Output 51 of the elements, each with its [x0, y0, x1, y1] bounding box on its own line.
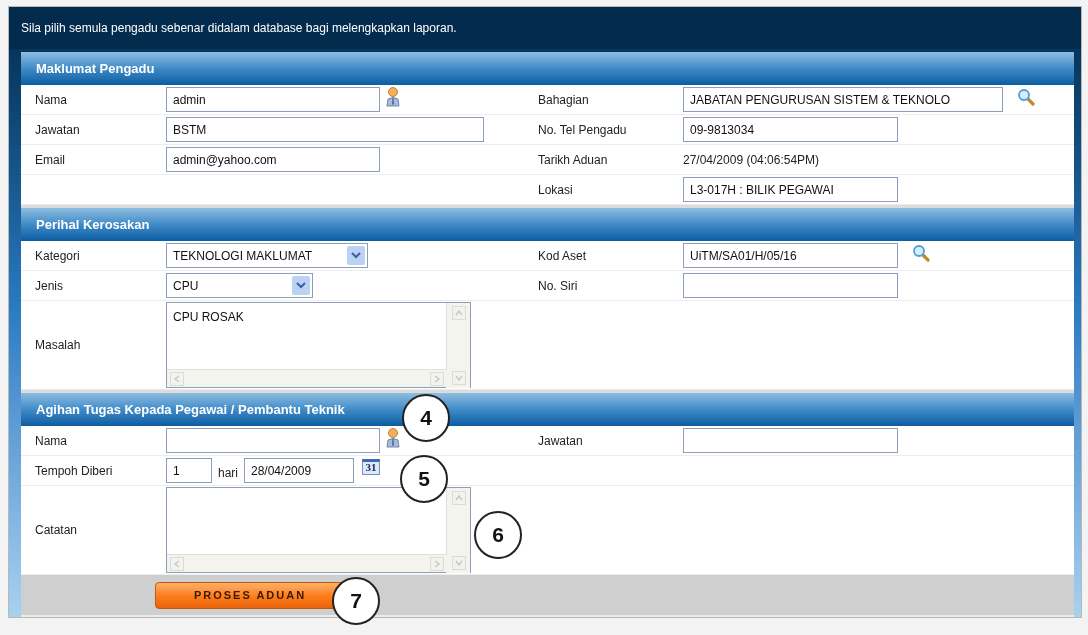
- text-field[interactable]: 1: [166, 458, 212, 483]
- field-label: Bahagian: [538, 91, 589, 109]
- field-label: Jawatan: [35, 121, 80, 139]
- scroll-up-icon[interactable]: [451, 306, 466, 320]
- person-icon[interactable]: [386, 427, 400, 448]
- dropdown[interactable]: CPU: [166, 273, 313, 298]
- field-label: Masalah: [35, 337, 81, 354]
- text-field[interactable]: [683, 428, 898, 453]
- scroll-right-icon[interactable]: [430, 371, 444, 386]
- scroll-right-icon[interactable]: [430, 556, 444, 571]
- text-field[interactable]: UiTM/SA01/H/05/16: [683, 243, 898, 268]
- text-field[interactable]: [166, 428, 380, 453]
- text-field[interactable]: admin@yahoo.com: [166, 147, 380, 172]
- scroll-down-icon[interactable]: [451, 556, 466, 570]
- text-field[interactable]: JABATAN PENGURUSAN SISTEM & TEKNOLO: [683, 87, 1003, 112]
- scroll-up-icon[interactable]: [451, 491, 466, 505]
- scroll-left-icon[interactable]: [170, 556, 184, 571]
- field-label: Catatan: [35, 522, 78, 539]
- field-label: No. Siri: [538, 277, 578, 295]
- field-label: Jenis: [35, 277, 63, 295]
- section-title: Agihan Tugas Kepada Pegawai / Pembantu Teknik: [36, 400, 345, 419]
- text-field[interactable]: [683, 273, 898, 298]
- field-label: Kod Aset: [538, 247, 587, 265]
- calendar-button[interactable]: 31: [362, 458, 380, 475]
- unit-label: hari: [218, 464, 238, 482]
- text-field[interactable]: BSTM: [166, 117, 484, 142]
- date-time-text: 27/04/2009 (04:06:54PM): [683, 151, 820, 169]
- section-title: Maklumat Pengadu: [36, 59, 155, 78]
- field-label: No. Tel Pengadu: [538, 121, 627, 139]
- field-label: Lokasi: [538, 181, 573, 199]
- search-icon[interactable]: [1017, 87, 1035, 106]
- field-label: Nama: [35, 432, 67, 450]
- field-label: Tempoh Diberi: [35, 462, 113, 480]
- text-field[interactable]: 09-9813034: [683, 117, 898, 142]
- text-area[interactable]: [166, 487, 471, 573]
- field-label: Nama: [35, 91, 67, 109]
- text-area[interactable]: CPU ROSAK: [166, 302, 471, 388]
- text-field[interactable]: admin: [166, 87, 380, 112]
- text-field[interactable]: 28/04/2009: [244, 458, 354, 483]
- person-icon[interactable]: [386, 86, 400, 107]
- scroll-left-icon[interactable]: [170, 371, 184, 386]
- dropdown[interactable]: TEKNOLOGI MAKLUMAT: [166, 243, 368, 268]
- instruction-text: Sila pilih semula pengadu sebenar didalam database bagi melengkapkan laporan.: [21, 20, 457, 37]
- field-label: Kategori: [35, 247, 80, 265]
- field-label: Tarikh Aduan: [538, 151, 608, 169]
- text-field[interactable]: L3-017H : BILIK PEGAWAI: [683, 177, 898, 202]
- section-title: Perihal Kerosakan: [36, 215, 150, 234]
- search-icon[interactable]: [912, 243, 930, 262]
- scroll-down-icon[interactable]: [451, 371, 466, 385]
- field-label: Jawatan: [538, 432, 583, 450]
- field-label: Email: [35, 151, 65, 169]
